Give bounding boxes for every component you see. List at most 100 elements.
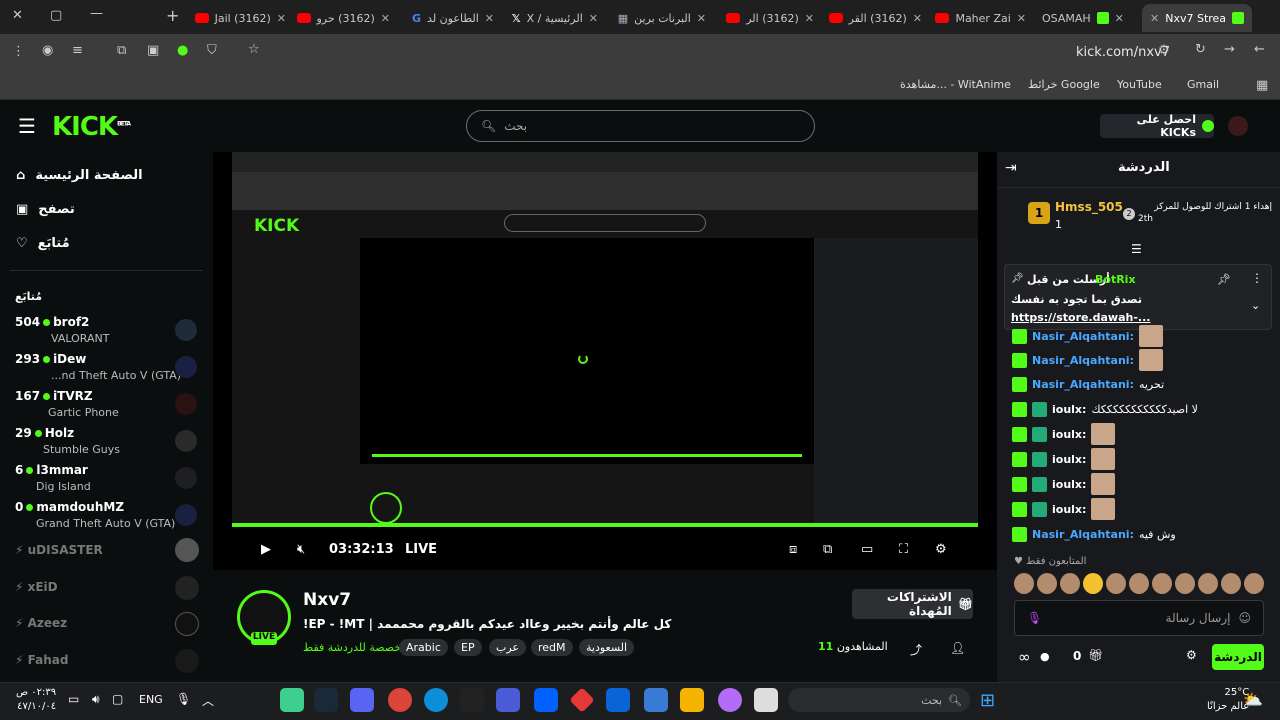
- channel-offline-azeez[interactable]: ⚡ Azeez: [15, 616, 67, 630]
- new-tab-icon[interactable]: +: [166, 6, 179, 25]
- store-icon[interactable]: [644, 688, 668, 712]
- gift-icon[interactable]: 🎁︎: [1088, 648, 1103, 662]
- unpin-icon[interactable]: 📌︎: [1217, 273, 1231, 286]
- taskbar-clock[interactable]: ٠٢:٣٩ ص ٤٧/١٠/٠٤: [16, 686, 56, 714]
- emote-image[interactable]: [1244, 573, 1264, 594]
- tag-ep[interactable]: EP: [454, 639, 482, 656]
- clip-icon[interactable]: ⧈: [789, 542, 797, 557]
- discord-icon[interactable]: [350, 688, 374, 712]
- taskbar-search[interactable]: 🔍︎ بحث: [788, 688, 970, 712]
- bookmark-youtube[interactable]: YouTube: [1117, 78, 1162, 91]
- battery-icon[interactable]: ▭: [68, 692, 79, 706]
- emote-image[interactable]: [1083, 573, 1103, 594]
- all-bookmarks-icon[interactable]: ▦: [1256, 78, 1268, 93]
- get-kicks-button[interactable]: احصل على KICKs: [1100, 113, 1214, 139]
- volume-icon[interactable]: 🔊︎: [92, 692, 100, 707]
- window-close-icon[interactable]: ✕: [12, 8, 23, 23]
- channel-mamdouhmz[interactable]: 0 mamdouhMZ Grand Theft Auto V (GTA): [15, 500, 205, 534]
- tab-5[interactable]: ✕ البرنات برين ▦: [606, 4, 714, 32]
- mic-tray-icon[interactable]: 🎙︎: [176, 692, 191, 706]
- emote-image[interactable]: [1037, 573, 1057, 594]
- kicks-infinity-icon[interactable]: ∞: [1018, 648, 1031, 666]
- tab-1[interactable]: OSAMAH ✕: [1034, 4, 1142, 32]
- tab-4[interactable]: ✕ (3162) الر: [714, 4, 822, 32]
- emote-image[interactable]: [1014, 573, 1034, 594]
- language-indicator[interactable]: ENG: [139, 693, 163, 706]
- edge-icon[interactable]: [424, 688, 448, 712]
- search-input[interactable]: 🔍︎ بحث: [466, 110, 815, 142]
- tab-8[interactable]: ✕ (3162) حرو: [294, 4, 398, 32]
- expand-chevron-icon[interactable]: ⌄: [1251, 299, 1260, 312]
- tag-arab[interactable]: عرب: [489, 639, 526, 656]
- extension-badge-icon[interactable]: ●: [177, 43, 188, 58]
- emote-image[interactable]: [1198, 573, 1218, 594]
- url-text[interactable]: kick.com/nxv7: [1076, 45, 1170, 60]
- forward-icon[interactable]: →: [1224, 42, 1235, 57]
- chat-send-button[interactable]: الدردشة: [1212, 644, 1264, 670]
- chat-input[interactable]: ☺ إرسال رسالة 🎙︎: [1014, 600, 1264, 636]
- sidebar-nav-following[interactable]: ♡ مُتابَع: [16, 236, 70, 251]
- tag-redm[interactable]: redM: [531, 639, 573, 656]
- mute-icon[interactable]: 🔇︎: [297, 542, 305, 557]
- bookmark-maps[interactable]: خرائط Google: [1028, 78, 1100, 91]
- settings-icon[interactable]: ⚙: [935, 542, 947, 557]
- emoji-icon[interactable]: ☺: [1238, 611, 1251, 625]
- share-icon[interactable]: ⤴: [910, 641, 922, 658]
- window-minimize-icon[interactable]: —: [90, 6, 103, 21]
- bookmark-witanime[interactable]: مشاهدة... - WitAnime: [900, 78, 1011, 91]
- collapse-chat-icon[interactable]: ⇥: [1005, 160, 1017, 176]
- epic-games-icon[interactable]: [460, 688, 484, 712]
- channel-brof2[interactable]: 504 brof2 VALORANT: [15, 315, 205, 349]
- emote-image[interactable]: [1221, 573, 1241, 594]
- chat-menu-icon[interactable]: ☰: [1131, 242, 1142, 256]
- tab-2[interactable]: ✕ Maher Zai: [930, 4, 1034, 32]
- taskbar-app-icon[interactable]: [754, 688, 778, 712]
- outlook-icon[interactable]: [606, 688, 630, 712]
- sidebar-nav-browse[interactable]: ▣ تصفح: [16, 202, 75, 217]
- channel-l3mmar[interactable]: 6 l3mmar Dig Island: [15, 463, 205, 497]
- channel-offline-udisaster[interactable]: ⚡ uDISASTER: [15, 543, 103, 557]
- channel-holz[interactable]: 29 Holz Stumble Guys: [15, 426, 205, 460]
- microphone-icon[interactable]: 🎙︎: [1027, 611, 1042, 625]
- emote-image[interactable]: [1129, 573, 1149, 594]
- stream-category[interactable]: مخصصة للدردشة فقط: [303, 641, 407, 654]
- channel-offline-fahad[interactable]: ⚡ Fahad: [15, 653, 68, 667]
- tag-saudi[interactable]: السعودية: [579, 639, 635, 656]
- channel-offline-xeid[interactable]: ⚡ xEiD: [15, 580, 58, 594]
- top-gifter-banner[interactable]: 1 Hmss_505 1 2 إهداء 1 اشتراك للوصول للم…: [1010, 196, 1272, 236]
- taskbar-app-icon[interactable]: [280, 688, 304, 712]
- gift-subs-button[interactable]: 🎁︎ الاشتراكات المُهداة: [852, 589, 973, 619]
- tab-active[interactable]: ✕ Nxv7 Strea: [1142, 4, 1252, 32]
- network-icon[interactable]: ▢: [112, 692, 123, 706]
- hamburger-menu-icon[interactable]: ☰: [18, 114, 36, 138]
- emote-image[interactable]: [1106, 573, 1126, 594]
- extension-icon[interactable]: ▣: [147, 43, 159, 58]
- tab-search-icon[interactable]: ≡: [72, 43, 83, 58]
- extension-avatar-icon[interactable]: ◉: [42, 43, 53, 58]
- reload-icon[interactable]: ↻: [1195, 42, 1206, 57]
- video-progress-bar[interactable]: [232, 523, 978, 527]
- user-avatar[interactable]: [1228, 116, 1248, 136]
- extensions-icon[interactable]: ⧉: [117, 43, 126, 58]
- file-explorer-icon[interactable]: [680, 688, 704, 712]
- back-icon[interactable]: ←: [1254, 42, 1265, 57]
- taskbar-app-icon[interactable]: [496, 688, 520, 712]
- menu-dots-icon[interactable]: ⋮: [12, 44, 25, 59]
- sidebar-nav-home[interactable]: ⌂ الصفحة الرئيسية: [16, 168, 143, 183]
- tray-chevron-icon[interactable]: ︿: [202, 692, 214, 709]
- emote-image[interactable]: [1060, 573, 1080, 594]
- shield-icon[interactable]: ⛉: [207, 43, 217, 58]
- window-maximize-icon[interactable]: ▢: [50, 8, 62, 23]
- follow-user-icon[interactable]: 👤︎: [950, 641, 965, 655]
- tab-3[interactable]: ✕ (3162) القر: [822, 4, 930, 32]
- more-options-icon[interactable]: ⋮: [1251, 271, 1263, 285]
- miniplayer-icon[interactable]: ⧉: [823, 542, 832, 557]
- tab-6[interactable]: ✕ الرئيسية / X𝕏: [502, 4, 606, 32]
- fullscreen-icon[interactable]: ⛶: [899, 542, 908, 557]
- bookmark-star-icon[interactable]: ☆: [248, 42, 260, 57]
- copilot-icon[interactable]: [718, 688, 742, 712]
- channel-itvrz[interactable]: 167 iTVRZ Gartic Phone: [15, 389, 205, 423]
- chrome-icon[interactable]: [388, 688, 412, 712]
- bookmark-gmail[interactable]: Gmail: [1187, 78, 1219, 91]
- kick-logo[interactable]: KICKBETA: [52, 112, 131, 142]
